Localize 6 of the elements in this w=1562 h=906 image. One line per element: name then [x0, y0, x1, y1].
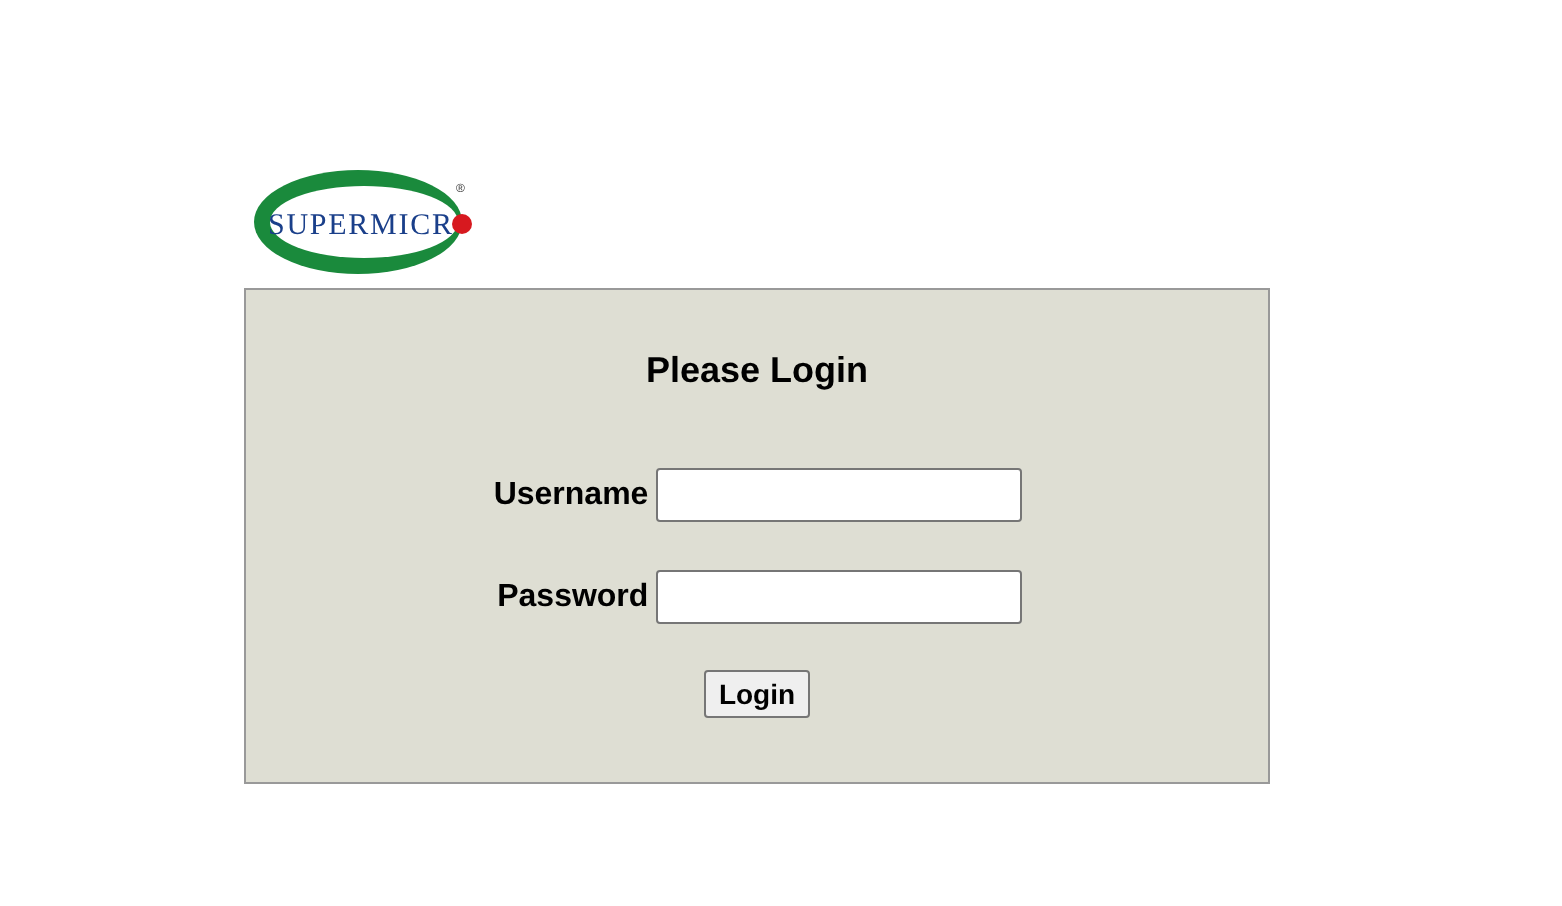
input-field[interactable] [656, 468, 1023, 522]
login-button[interactable]: Login [704, 670, 810, 718]
login-title: Please Login [645, 350, 869, 392]
field-label: Username [493, 477, 649, 513]
input-field[interactable] [656, 570, 1023, 624]
field-label: Password [495, 579, 649, 615]
